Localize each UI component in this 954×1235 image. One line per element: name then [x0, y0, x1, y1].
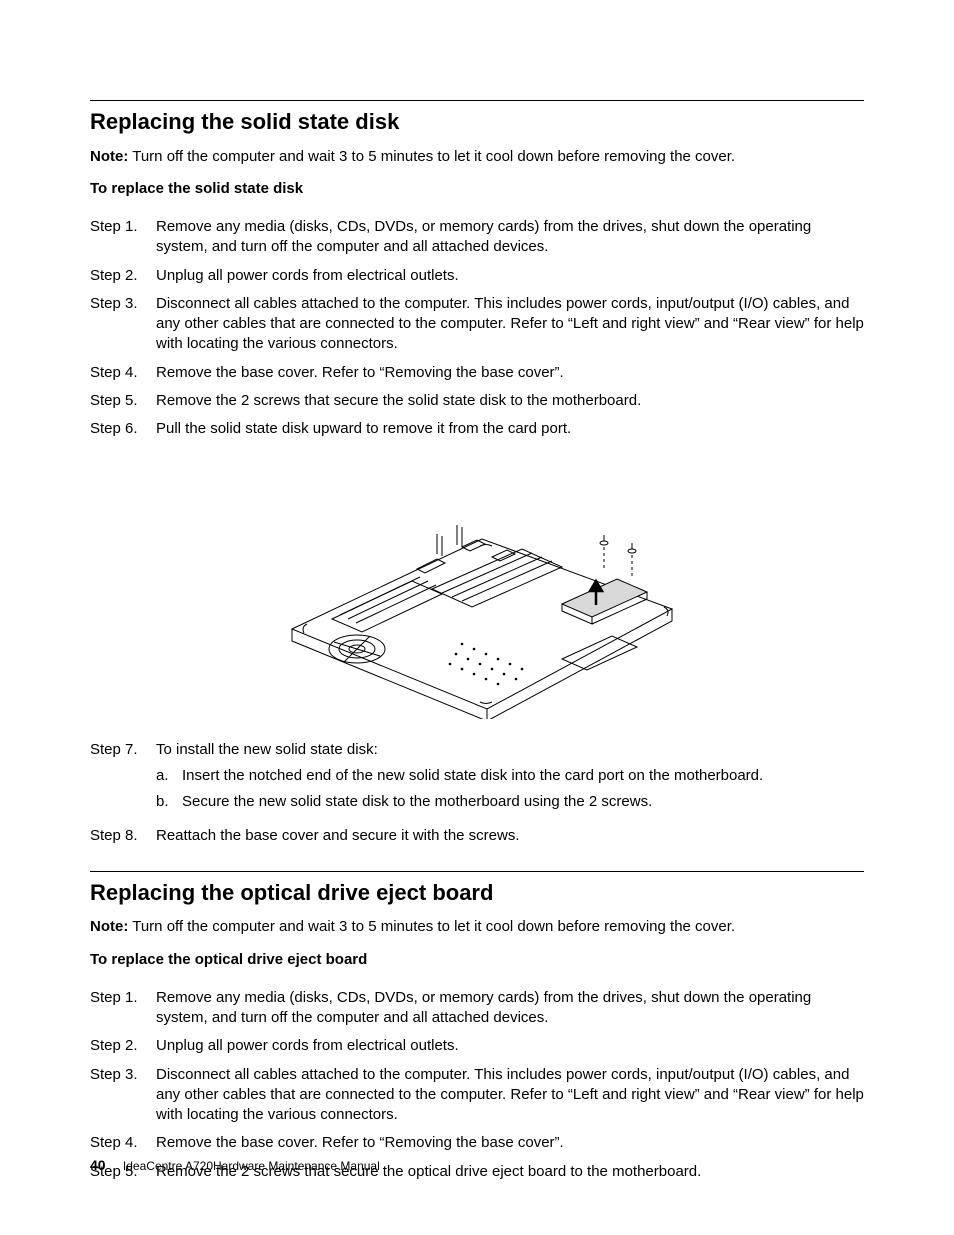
doc-title: IdeaCentre A720Hardware Maintenance Manu…: [123, 1159, 380, 1173]
note-text: Turn off the computer and wait 3 to 5 mi…: [132, 148, 735, 165]
step-label: Step 3.: [90, 1065, 156, 1085]
step-text: Unplug all power cords from electrical o…: [156, 1036, 864, 1056]
substep-item: b. Secure the new solid state disk to th…: [156, 792, 864, 812]
step-item: Step 3. Disconnect all cables attached t…: [90, 1065, 864, 1126]
step-item: Step 7. To install the new solid state d…: [90, 740, 864, 819]
step-item: Step 3. Disconnect all cables attached t…: [90, 294, 864, 355]
section-ssd: Replacing the solid state disk Note: Tur…: [90, 100, 864, 847]
section-heading-odd: Replacing the optical drive eject board: [90, 878, 864, 908]
step-label: Step 3.: [90, 294, 156, 314]
note-line-ssd: Note: Turn off the computer and wait 3 t…: [90, 147, 864, 167]
page-number: 40: [90, 1157, 106, 1173]
note-line-odd: Note: Turn off the computer and wait 3 t…: [90, 917, 864, 937]
step-text: Disconnect all cables attached to the co…: [156, 294, 864, 355]
substep-item: a. Insert the notched end of the new sol…: [156, 766, 864, 786]
step-text: Remove the 2 screws that secure the soli…: [156, 391, 864, 411]
substep-label: a.: [156, 766, 182, 786]
step-text: Remove any media (disks, CDs, DVDs, or m…: [156, 988, 864, 1029]
page-footer: 40 IdeaCentre A720Hardware Maintenance M…: [90, 1156, 380, 1175]
substep-label: b.: [156, 792, 182, 812]
subheading-odd: To replace the optical drive eject board: [90, 950, 864, 970]
step-item: Step 5. Remove the 2 screws that secure …: [90, 391, 864, 411]
section-odd-eject: Replacing the optical drive eject board …: [90, 871, 864, 1182]
step-item: Step 1. Remove any media (disks, CDs, DV…: [90, 217, 864, 258]
step-text: Disconnect all cables attached to the co…: [156, 1065, 864, 1126]
note-label: Note:: [90, 148, 128, 165]
note-text: Turn off the computer and wait 3 to 5 mi…: [132, 918, 735, 935]
substep-text: Insert the notched end of the new solid …: [182, 766, 864, 786]
section-rule: [90, 871, 864, 872]
section-rule: [90, 100, 864, 101]
step-text: Remove the base cover. Refer to “Removin…: [156, 1133, 864, 1153]
step-label: Step 5.: [90, 391, 156, 411]
step-label: Step 1.: [90, 217, 156, 237]
step-text: Pull the solid state disk upward to remo…: [156, 419, 864, 439]
steps-ssd-2: Step 7. To install the new solid state d…: [90, 740, 864, 847]
step-text-line: To install the new solid state disk:: [156, 741, 378, 758]
step-item: Step 4. Remove the base cover. Refer to …: [90, 1133, 864, 1153]
step-item: Step 2. Unplug all power cords from elec…: [90, 1036, 864, 1056]
step-label: Step 2.: [90, 266, 156, 286]
step-label: Step 8.: [90, 826, 156, 846]
step-item: Step 8. Reattach the base cover and secu…: [90, 826, 864, 846]
step-text: Remove the base cover. Refer to “Removin…: [156, 363, 864, 383]
step-text: To install the new solid state disk: a. …: [156, 740, 864, 819]
step-text: Unplug all power cords from electrical o…: [156, 266, 864, 286]
section-heading-ssd: Replacing the solid state disk: [90, 107, 864, 137]
subheading-ssd: To replace the solid state disk: [90, 179, 864, 199]
step-item: Step 4. Remove the base cover. Refer to …: [90, 363, 864, 383]
step-label: Step 4.: [90, 363, 156, 383]
step-label: Step 4.: [90, 1133, 156, 1153]
step-item: Step 2. Unplug all power cords from elec…: [90, 266, 864, 286]
substep-text: Secure the new solid state disk to the m…: [182, 792, 864, 812]
step-item: Step 1. Remove any media (disks, CDs, DV…: [90, 988, 864, 1029]
motherboard-diagram: [90, 449, 864, 725]
step-label: Step 1.: [90, 988, 156, 1008]
substeps: a. Insert the notched end of the new sol…: [156, 766, 864, 813]
step-label: Step 6.: [90, 419, 156, 439]
step-text: Reattach the base cover and secure it wi…: [156, 826, 864, 846]
step-item: Step 6. Pull the solid state disk upward…: [90, 419, 864, 439]
steps-ssd-1: Step 1. Remove any media (disks, CDs, DV…: [90, 217, 864, 439]
step-label: Step 2.: [90, 1036, 156, 1056]
motherboard-diagram-icon: [262, 449, 692, 719]
document-page: Replacing the solid state disk Note: Tur…: [0, 0, 954, 1235]
steps-odd: Step 1. Remove any media (disks, CDs, DV…: [90, 988, 864, 1182]
note-label: Note:: [90, 918, 128, 935]
step-label: Step 7.: [90, 740, 156, 760]
step-text: Remove any media (disks, CDs, DVDs, or m…: [156, 217, 864, 258]
